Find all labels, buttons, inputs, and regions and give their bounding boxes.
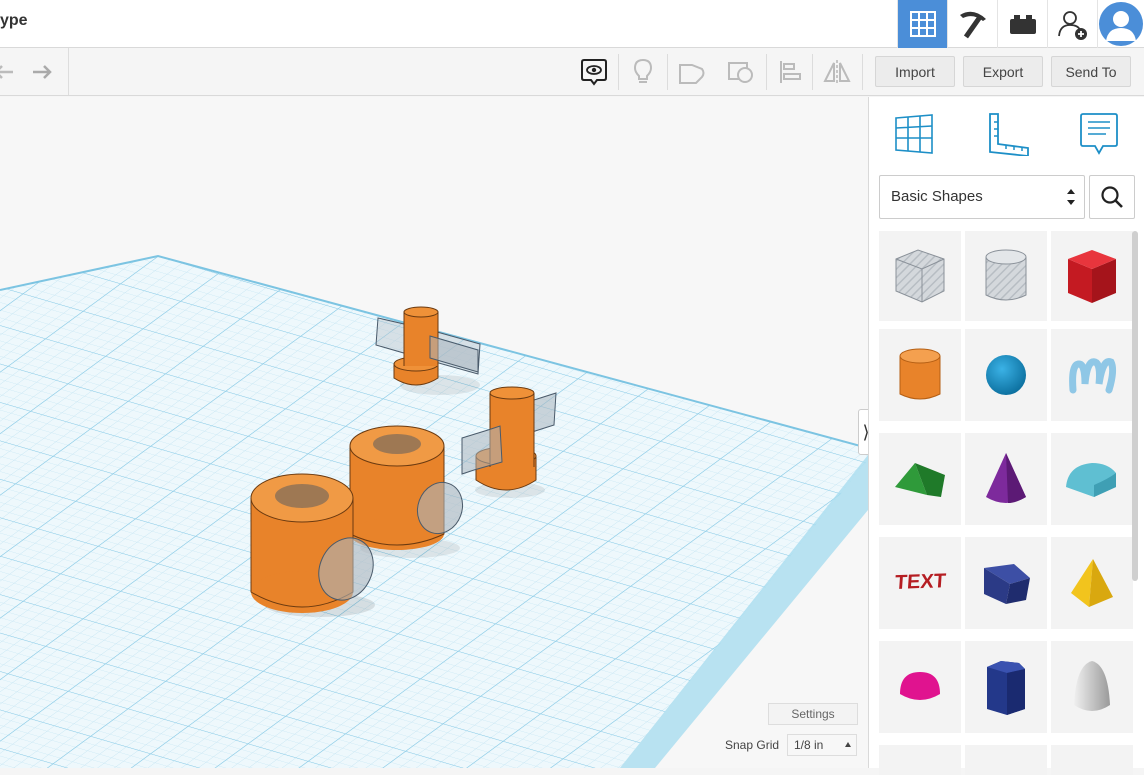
search-icon <box>1101 186 1123 208</box>
align-button[interactable] <box>766 48 814 95</box>
shape-cell[interactable] <box>879 745 961 775</box>
undo-redo-group <box>0 48 69 95</box>
pickaxe-icon <box>959 11 986 39</box>
notes-visibility-button[interactable] <box>570 48 618 95</box>
undo-icon <box>0 64 13 79</box>
export-button[interactable]: Export <box>963 56 1043 87</box>
select-arrows-icon <box>1067 189 1075 205</box>
shapes-scrollbar[interactable] <box>1132 231 1138 581</box>
round-roof-icon <box>1066 463 1116 497</box>
snap-grid-select[interactable]: 1/8 in <box>787 734 857 756</box>
bricks-icon <box>1009 15 1036 34</box>
grid-view-icon <box>909 11 936 37</box>
mirror-button[interactable] <box>813 48 861 95</box>
codeblocks-button[interactable] <box>947 0 997 48</box>
user-avatar <box>1099 2 1143 46</box>
toolbar: Import Export Send To <box>0 48 1144 96</box>
shape-half-sphere[interactable] <box>879 641 961 733</box>
ruler-tool-button[interactable] <box>983 109 1033 159</box>
top-bar: ype <box>0 0 1144 48</box>
solid-shape-icon <box>679 63 705 84</box>
shape-sphere[interactable] <box>965 329 1047 421</box>
workplane-canvas[interactable] <box>0 97 868 768</box>
bricks-button[interactable] <box>997 0 1047 48</box>
panel-tools <box>869 97 1144 169</box>
shape-category-value: Basic Shapes <box>891 188 983 205</box>
ruler-icon <box>989 113 1029 156</box>
redo-button[interactable] <box>18 48 66 95</box>
top-nav-icons <box>897 0 1144 48</box>
pyramid-icon <box>1071 559 1113 607</box>
box-hole-icon <box>895 249 945 303</box>
grid-view-button[interactable] <box>897 0 947 48</box>
import-button[interactable]: Import <box>875 56 955 87</box>
snap-grid-label: Snap Grid <box>725 738 780 752</box>
wedge-icon <box>984 564 1030 604</box>
hole-shape-icon <box>728 61 753 83</box>
lightbulb-button[interactable] <box>619 48 667 95</box>
shape-box[interactable] <box>1051 231 1133 321</box>
half-sphere-icon <box>900 672 940 700</box>
sphere-icon <box>986 355 1026 395</box>
shape-cone[interactable] <box>965 433 1047 525</box>
hole-shape-button[interactable] <box>717 48 765 95</box>
shape-box-hole[interactable] <box>879 231 961 321</box>
shape-cell[interactable] <box>965 745 1047 775</box>
redo-icon <box>33 64 52 79</box>
shape-search-button[interactable] <box>1089 175 1135 219</box>
shape-category-select[interactable]: Basic Shapes <box>879 175 1085 219</box>
add-user-button[interactable] <box>1047 0 1097 48</box>
workplane-icon <box>895 114 933 154</box>
add-user-icon <box>1057 11 1087 40</box>
scribble-icon <box>1069 358 1117 394</box>
notes-visibility-icon <box>581 58 607 86</box>
svg-text:TEXT: TEXT <box>894 570 947 594</box>
shape-cylinder-hole[interactable] <box>965 231 1047 321</box>
shape-cell[interactable] <box>1051 745 1133 775</box>
snap-grid-value: 1/8 in <box>794 738 824 752</box>
cone-icon <box>986 453 1026 503</box>
shape-round-roof[interactable] <box>1051 433 1133 525</box>
toolbar-divider <box>862 54 863 90</box>
box-icon <box>1068 250 1116 303</box>
solid-shape-button[interactable] <box>668 48 716 95</box>
settings-button[interactable]: Settings <box>768 703 858 725</box>
workplane-viewport[interactable] <box>0 97 868 768</box>
shape-pyramid[interactable] <box>1051 537 1133 629</box>
align-icon <box>780 60 801 83</box>
lightbulb-icon <box>633 58 653 83</box>
shape-roof[interactable] <box>879 433 961 525</box>
design-title[interactable]: ype <box>0 12 28 30</box>
paraboloid-icon <box>1074 661 1110 711</box>
shapes-panel: Basic Shapes TEXT <box>868 97 1144 775</box>
cylinder-icon <box>899 348 941 400</box>
notes-icon <box>1080 113 1118 155</box>
shape-polygon[interactable] <box>965 641 1047 733</box>
roof-icon <box>895 463 945 497</box>
notes-tool-button[interactable] <box>1074 109 1124 159</box>
shape-text[interactable]: TEXT <box>879 537 961 629</box>
cylinder-hole-icon <box>985 249 1027 301</box>
caret-up-icon <box>845 742 851 747</box>
shape-scribble[interactable] <box>1051 329 1133 421</box>
shape-wedge[interactable] <box>965 537 1047 629</box>
send-to-button[interactable]: Send To <box>1051 56 1131 87</box>
avatar-button[interactable] <box>1097 0 1144 48</box>
text-shape-icon: TEXT <box>894 570 947 594</box>
mirror-icon <box>823 59 851 84</box>
polygon-icon <box>987 661 1025 715</box>
shape-cylinder[interactable] <box>879 329 961 421</box>
shape-paraboloid[interactable] <box>1051 641 1133 733</box>
workplane-tool-button[interactable] <box>889 109 939 159</box>
